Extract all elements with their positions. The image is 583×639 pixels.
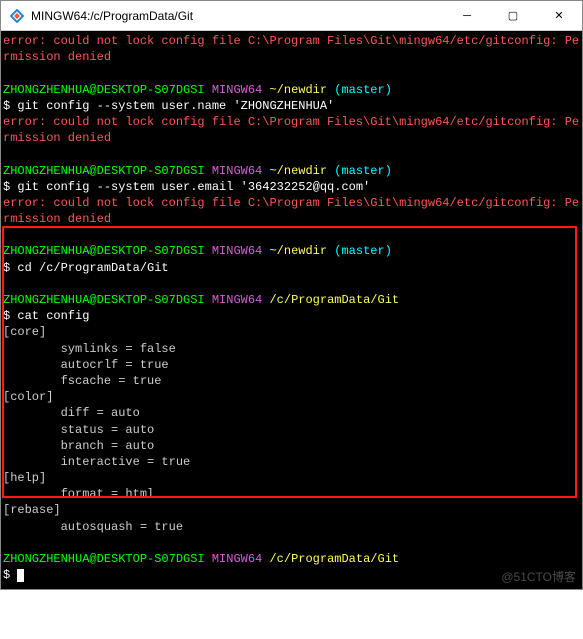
command-line: $ cd /c/ProgramData/Git: [3, 260, 580, 276]
terminal-window: MINGW64:/c/ProgramData/Git ─ ▢ ✕ error: …: [0, 0, 583, 590]
prompt-path: /c/ProgramData/Git: [269, 293, 399, 307]
error-line: error: could not lock config file C:\Pro…: [3, 33, 580, 49]
prompt-line: ZHONGZHENHUA@DESKTOP-S07DGSI MINGW64 /c/…: [3, 551, 580, 567]
command-line: $ git config --system user.email '364232…: [3, 179, 580, 195]
prompt-dollar: $: [3, 568, 10, 582]
prompt-user: ZHONGZHENHUA@DESKTOP-S07DGSI: [3, 83, 205, 97]
output-line: branch = auto: [3, 438, 580, 454]
prompt-user: ZHONGZHENHUA@DESKTOP-S07DGSI: [3, 552, 205, 566]
window-title: MINGW64:/c/ProgramData/Git: [31, 9, 444, 23]
prompt-user: ZHONGZHENHUA@DESKTOP-S07DGSI: [3, 244, 205, 258]
output-line: format = html: [3, 486, 580, 502]
output-line: [core]: [3, 324, 580, 340]
error-line: rmission denied: [3, 49, 580, 65]
watermark: @51CTO博客: [501, 569, 576, 585]
command-line: $: [3, 567, 580, 583]
output-line: autosquash = true: [3, 519, 580, 535]
title-bar[interactable]: MINGW64:/c/ProgramData/Git ─ ▢ ✕: [1, 1, 582, 31]
prompt-path: ~/newdir: [269, 164, 327, 178]
prompt-env: MINGW64: [212, 244, 262, 258]
prompt-env: MINGW64: [212, 164, 262, 178]
blank-line: [3, 535, 580, 551]
minimize-button[interactable]: ─: [444, 1, 490, 30]
terminal-body[interactable]: error: could not lock config file C:\Pro…: [1, 31, 582, 589]
prompt-path: ~/newdir: [269, 244, 327, 258]
output-line: autocrlf = true: [3, 357, 580, 373]
blank-line: [3, 146, 580, 162]
prompt-path: ~/newdir: [269, 83, 327, 97]
output-line: [help]: [3, 470, 580, 486]
output-line: [color]: [3, 389, 580, 405]
prompt-user: ZHONGZHENHUA@DESKTOP-S07DGSI: [3, 293, 205, 307]
output-line: fscache = true: [3, 373, 580, 389]
close-button[interactable]: ✕: [536, 1, 582, 30]
error-line: rmission denied: [3, 211, 580, 227]
prompt-line: ZHONGZHENHUA@DESKTOP-S07DGSI MINGW64 /c/…: [3, 292, 580, 308]
blank-line: [3, 227, 580, 243]
command-line: $ git config --system user.name 'ZHONGZH…: [3, 98, 580, 114]
prompt-path: /c/ProgramData/Git: [269, 552, 399, 566]
prompt-line: ZHONGZHENHUA@DESKTOP-S07DGSI MINGW64 ~/n…: [3, 82, 580, 98]
prompt-env: MINGW64: [212, 83, 262, 97]
app-icon: [9, 8, 25, 24]
blank-line: [3, 65, 580, 81]
output-line: diff = auto: [3, 405, 580, 421]
output-line: interactive = true: [3, 454, 580, 470]
prompt-env: MINGW64: [212, 552, 262, 566]
prompt-branch: (master): [334, 244, 392, 258]
prompt-user: ZHONGZHENHUA@DESKTOP-S07DGSI: [3, 164, 205, 178]
prompt-line: ZHONGZHENHUA@DESKTOP-S07DGSI MINGW64 ~/n…: [3, 163, 580, 179]
prompt-branch: (master): [334, 83, 392, 97]
output-line: status = auto: [3, 422, 580, 438]
cursor: [17, 569, 24, 582]
command-line: $ cat config: [3, 308, 580, 324]
blank-line: [3, 276, 580, 292]
output-line: symlinks = false: [3, 341, 580, 357]
error-line: rmission denied: [3, 130, 580, 146]
prompt-env: MINGW64: [212, 293, 262, 307]
error-line: error: could not lock config file C:\Pro…: [3, 195, 580, 211]
window-controls: ─ ▢ ✕: [444, 1, 582, 30]
error-line: error: could not lock config file C:\Pro…: [3, 114, 580, 130]
output-line: [rebase]: [3, 502, 580, 518]
maximize-button[interactable]: ▢: [490, 1, 536, 30]
prompt-line: ZHONGZHENHUA@DESKTOP-S07DGSI MINGW64 ~/n…: [3, 243, 580, 259]
prompt-branch: (master): [334, 164, 392, 178]
